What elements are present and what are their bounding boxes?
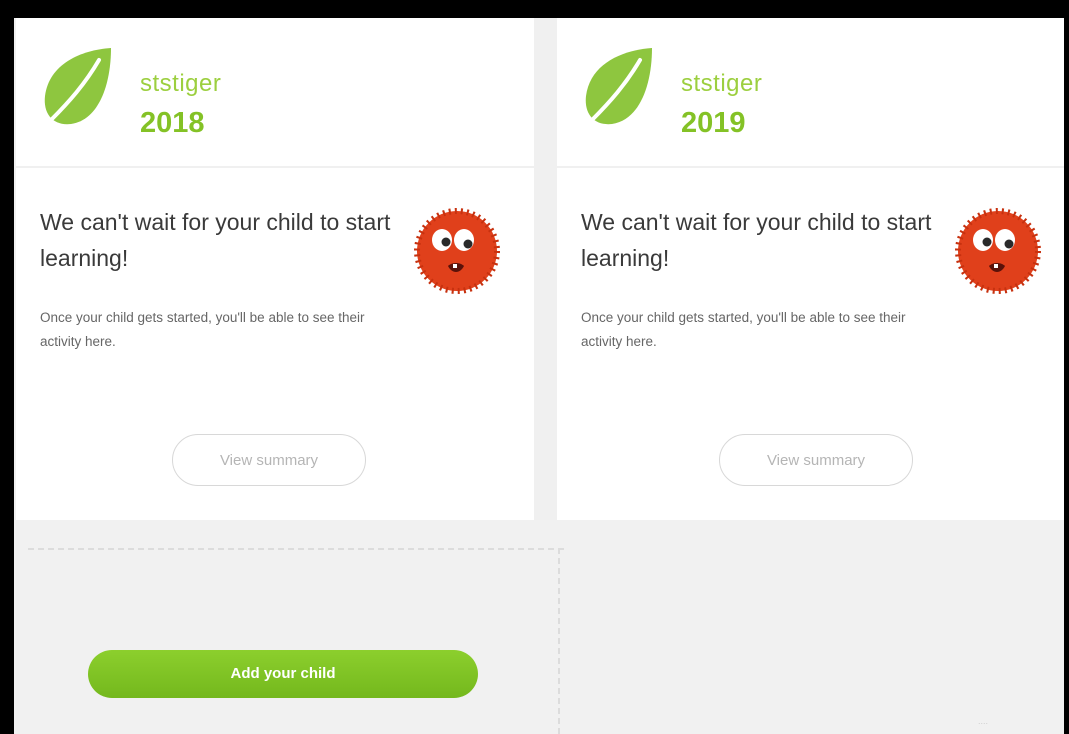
card-header: ststiger 2018	[16, 18, 534, 168]
card-headline: We can't wait for your child to start le…	[581, 209, 932, 271]
view-summary-button[interactable]: View summary	[172, 434, 366, 486]
view-summary-button[interactable]: View summary	[719, 434, 913, 486]
username: ststiger	[681, 70, 763, 97]
monster-mascot-icon	[955, 208, 1041, 294]
leaf-logo-icon	[44, 48, 111, 125]
card-subtext: Once your child gets started, you'll be …	[581, 310, 906, 349]
card-subtext: Once your child gets started, you'll be …	[40, 310, 365, 349]
leaf-logo-icon	[585, 48, 652, 125]
year-label: 2018	[140, 107, 205, 139]
column-divider	[534, 18, 557, 520]
child-card-2018: ststiger 2018 We can't wait for your chi…	[16, 18, 534, 520]
add-child-placeholder-border	[28, 548, 564, 550]
child-card-2019: ststiger 2019 We can't wait for your chi…	[557, 18, 1064, 520]
username: ststiger	[140, 70, 222, 97]
add-your-child-button[interactable]: Add your child	[88, 650, 478, 698]
year-label: 2019	[681, 107, 746, 139]
monster-mascot-icon	[414, 208, 500, 294]
footer-mark: ....	[978, 716, 989, 726]
card-header: ststiger 2019	[557, 18, 1064, 168]
dashboard-frame: ststiger 2018 We can't wait for your chi…	[14, 18, 1064, 734]
card-headline: We can't wait for your child to start le…	[40, 209, 391, 271]
add-child-placeholder-border	[558, 548, 560, 734]
